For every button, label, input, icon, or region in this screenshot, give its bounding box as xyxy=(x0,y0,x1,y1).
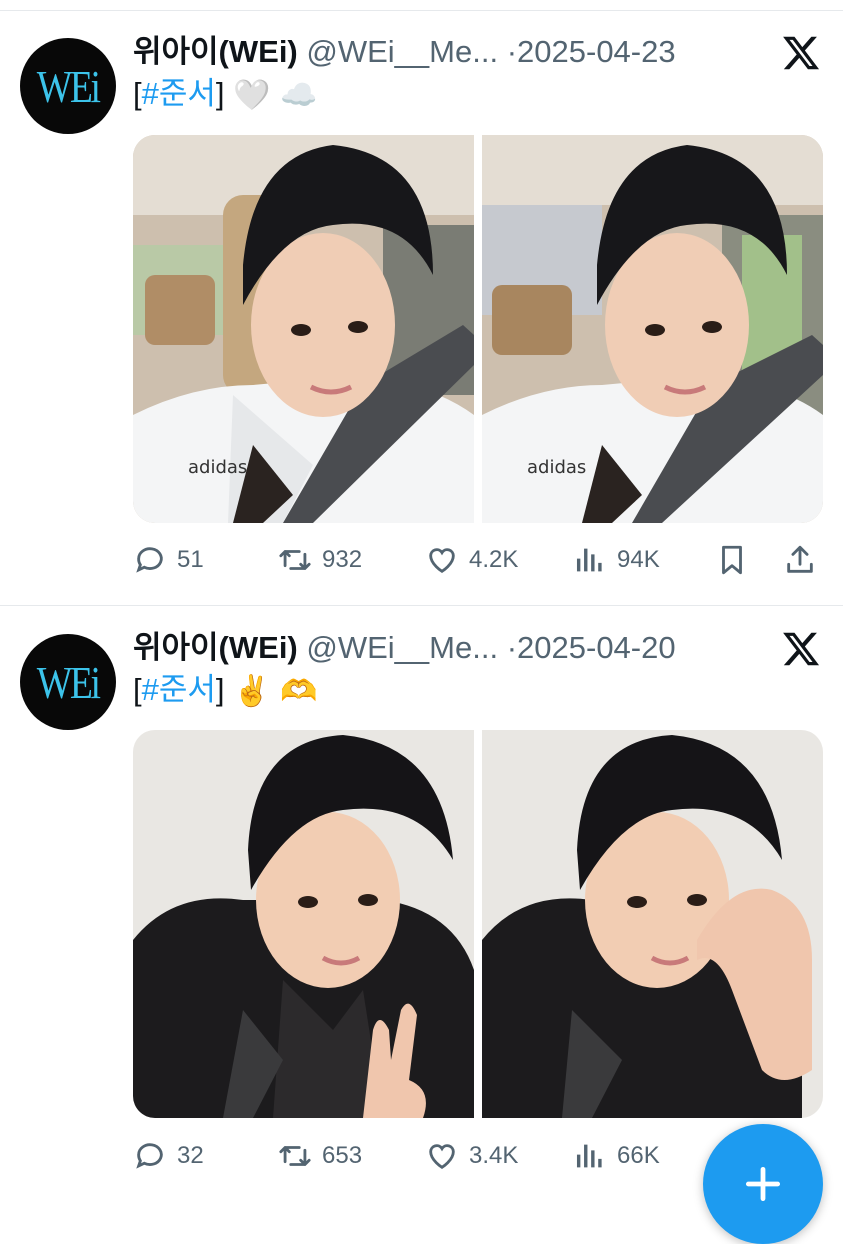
views-icon xyxy=(576,548,602,572)
avatar[interactable]: WEi xyxy=(20,634,116,730)
author-name[interactable]: 위아이(WEi) xyxy=(133,630,298,665)
retweet-count: 653 xyxy=(322,1142,363,1169)
bookmark-button[interactable] xyxy=(715,540,759,580)
reply-icon xyxy=(136,547,163,573)
views-count: 94K xyxy=(617,546,660,573)
reply-count: 51 xyxy=(177,546,204,573)
like-count: 3.4K xyxy=(469,1142,519,1169)
avatar[interactable]: WEi xyxy=(20,38,116,134)
reply-count: 32 xyxy=(177,1142,204,1169)
author-handle[interactable]: @WEi__Me... xyxy=(306,34,498,69)
retweet-button[interactable]: 653 xyxy=(278,1136,362,1176)
views-count: 66K xyxy=(617,1142,660,1169)
author-handle[interactable]: @WEi__Me... xyxy=(306,630,498,665)
svg-text:adidas: adidas xyxy=(188,457,247,478)
retweet-icon xyxy=(279,550,311,570)
like-count: 4.2K xyxy=(469,546,519,573)
tweet-photo[interactable]: adidas xyxy=(133,135,474,523)
tweet-media[interactable]: adidas adidas xyxy=(133,135,823,523)
like-icon xyxy=(429,548,455,574)
bookmark-icon xyxy=(722,545,742,575)
tweet-header: 위아이(WEi) @WEi__Me... ·2025-04-20 xyxy=(133,628,676,668)
tweet[interactable]: WEi 위아이(WEi) @WEi__Me... ·2025-04-23 [#준… xyxy=(0,0,843,600)
author-name[interactable]: 위아이(WEi) xyxy=(133,34,298,69)
reply-icon xyxy=(136,1143,163,1169)
tweet-photo[interactable] xyxy=(482,730,823,1118)
tweet-emoji: ✌️ 🫶 xyxy=(233,673,318,709)
date-separator: · xyxy=(506,630,518,665)
plus-icon xyxy=(745,1166,781,1202)
x-logo-icon xyxy=(783,632,820,666)
reply-button[interactable]: 32 xyxy=(133,1136,204,1176)
tweet-date[interactable]: 2025-04-23 xyxy=(517,34,676,69)
avatar-logo: WEi xyxy=(37,60,101,112)
like-button[interactable]: 3.4K xyxy=(425,1136,518,1176)
like-button[interactable]: 4.2K xyxy=(425,540,518,580)
tweet-text: [#준서] 🤍 ☁️ xyxy=(133,76,318,113)
tweet-photo[interactable] xyxy=(133,730,474,1118)
hashtag-link[interactable]: #준서 xyxy=(142,672,216,707)
tweet[interactable]: WEi 위아이(WEi) @WEi__Me... ·2025-04-20 [#준… xyxy=(0,600,843,1200)
share-icon xyxy=(787,545,813,573)
views-button[interactable]: 66K xyxy=(573,1136,660,1176)
retweet-icon xyxy=(279,1146,311,1166)
tweet-actions: 51 932 4.2K 94K xyxy=(133,540,823,580)
reply-button[interactable]: 51 xyxy=(133,540,204,580)
x-logo-icon xyxy=(783,36,820,70)
hashtag-link[interactable]: #준서 xyxy=(142,76,216,111)
retweet-button[interactable]: 932 xyxy=(278,540,362,580)
views-icon xyxy=(576,1144,602,1168)
compose-button[interactable] xyxy=(703,1124,823,1244)
svg-text:adidas: adidas xyxy=(527,457,586,478)
views-button[interactable]: 94K xyxy=(573,540,660,580)
share-button[interactable] xyxy=(783,540,827,580)
like-icon xyxy=(429,1144,455,1170)
tweet-header: 위아이(WEi) @WEi__Me... ·2025-04-23 xyxy=(133,32,676,72)
retweet-count: 932 xyxy=(322,546,363,573)
date-separator: · xyxy=(506,34,518,69)
tweet-photo[interactable]: adidas xyxy=(482,135,823,523)
tweet-text: [#준서] ✌️ 🫶 xyxy=(133,672,318,709)
avatar-logo: WEi xyxy=(37,656,101,708)
tweet-media[interactable] xyxy=(133,730,823,1118)
tweet-date[interactable]: 2025-04-20 xyxy=(517,630,676,665)
tweet-emoji: 🤍 ☁️ xyxy=(233,77,318,113)
